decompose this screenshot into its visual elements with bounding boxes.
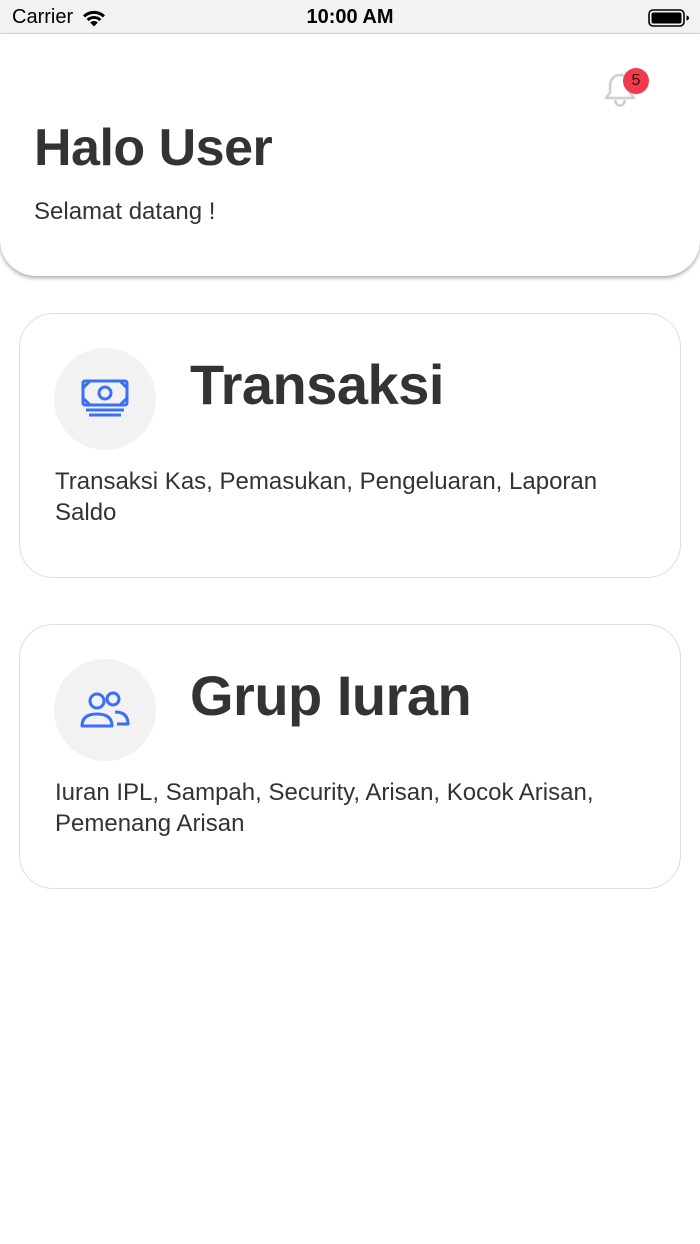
cash-icon — [81, 379, 129, 417]
card-description: Iuran IPL, Sampah, Security, Arisan, Koc… — [55, 779, 594, 837]
users-icon — [80, 691, 130, 728]
notification-badge: 5 — [623, 68, 649, 94]
card-description: Transaksi Kas, Pemasukan, Pengeluaran, L… — [55, 468, 598, 526]
status-time: 10:00 AM — [306, 6, 394, 28]
battery-icon — [648, 8, 690, 33]
card-icon-circle — [54, 659, 156, 761]
status-bar: Carrier 10:00 AM — [0, 0, 700, 34]
transaksi-card[interactable]: Transaksi Transaksi Kas, Pemasukan, Peng… — [19, 313, 681, 578]
page-title: Halo User — [34, 119, 273, 177]
card-title: Grup Iuran — [190, 664, 472, 727]
welcome-subtitle: Selamat datang ! — [34, 198, 216, 225]
header: 5 Halo User Selamat datang ! — [0, 34, 700, 276]
card-title: Transaksi — [190, 353, 444, 416]
grup-iuran-card[interactable]: Grup Iuran Iuran IPL, Sampah, Security, … — [19, 624, 681, 889]
card-icon-circle — [54, 348, 156, 450]
